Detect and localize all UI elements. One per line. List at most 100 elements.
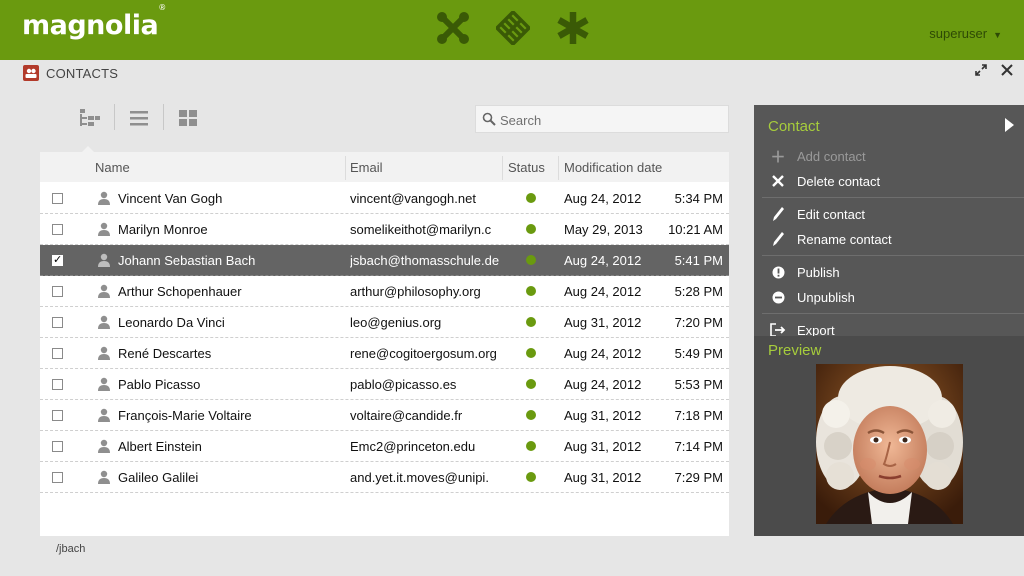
tree-view-icon xyxy=(80,109,100,126)
contact-name: Vincent Van Gogh xyxy=(118,191,223,206)
contact-email: voltaire@candide.fr xyxy=(350,408,463,423)
modification-time: 5:34 PM xyxy=(674,191,723,206)
magnolia-logo[interactable]: magnolia® xyxy=(22,3,166,41)
table-row[interactable]: Leonardo Da Vinci leo@genius.org Aug 31, 2… xyxy=(40,307,729,338)
fullscreen-icon[interactable] xyxy=(974,64,988,78)
column-header-modification-date[interactable]: Modification date xyxy=(564,160,662,175)
search-box xyxy=(475,105,729,133)
modification-date: May 29, 2013 xyxy=(564,222,643,237)
table-row[interactable]: François-Marie Voltaire voltaire@candide.… xyxy=(40,400,729,431)
modification-time: 7:29 PM xyxy=(674,470,723,485)
status-indicator xyxy=(526,348,536,358)
column-header-status[interactable]: Status xyxy=(508,160,545,175)
contact-portrait-image xyxy=(816,364,963,524)
grid-view-icon xyxy=(179,110,197,126)
column-header-name[interactable]: Name xyxy=(95,160,130,175)
contact-name: René Descartes xyxy=(118,346,212,361)
divider xyxy=(762,313,1024,314)
status-indicator xyxy=(526,472,536,482)
thumbnail-view-button[interactable] xyxy=(164,104,212,132)
table-row[interactable]: Marilyn Monroe somelikeithot@marilyn.c May… xyxy=(40,214,729,245)
status-indicator xyxy=(526,224,536,234)
contact-email: pablo@picasso.es xyxy=(350,377,457,392)
person-icon xyxy=(98,408,110,422)
list-view-button[interactable] xyxy=(115,104,163,132)
action-section-title[interactable]: Contact xyxy=(768,118,820,135)
contact-name: Albert Einstein xyxy=(118,439,202,454)
user-menu[interactable]: superuser ▼ xyxy=(929,26,1002,41)
modification-date: Aug 24, 2012 xyxy=(564,253,642,268)
export-action[interactable]: Export xyxy=(768,320,835,336)
apps-icon[interactable] xyxy=(436,11,470,45)
pulse-icon[interactable] xyxy=(496,11,530,45)
row-checkbox[interactable] xyxy=(52,193,63,204)
row-checkbox[interactable] xyxy=(52,441,63,452)
modification-date: Aug 24, 2012 xyxy=(564,284,642,299)
modification-time: 7:18 PM xyxy=(674,408,723,423)
person-icon xyxy=(98,315,110,329)
modification-time: 7:14 PM xyxy=(674,439,723,454)
publish-action[interactable]: Publish xyxy=(768,262,840,282)
checkmark-icon: ✓ xyxy=(53,254,63,266)
modification-time: 5:28 PM xyxy=(674,284,723,299)
add-contact-action[interactable]: ＋ Add contact xyxy=(768,146,865,166)
row-checkbox[interactable]: ✓ xyxy=(52,254,63,266)
modification-date: Aug 31, 2012 xyxy=(564,470,642,485)
contact-email: leo@genius.org xyxy=(350,315,442,330)
pencil-icon xyxy=(768,206,788,222)
contact-name: Leonardo Da Vinci xyxy=(118,315,225,330)
row-checkbox[interactable] xyxy=(52,410,63,421)
divider xyxy=(762,255,1024,256)
status-indicator xyxy=(526,255,536,265)
column-header-email[interactable]: Email xyxy=(350,160,383,175)
modification-date: Aug 24, 2012 xyxy=(564,191,642,206)
table-row[interactable]: Pablo Picasso pablo@picasso.es Aug 24, 201… xyxy=(40,369,729,400)
modification-date: Aug 31, 2012 xyxy=(564,408,642,423)
delete-contact-action[interactable]: Delete contact xyxy=(768,171,880,191)
chevron-down-icon: ▼ xyxy=(993,30,1002,40)
contact-name: Marilyn Monroe xyxy=(118,222,208,237)
rename-contact-action[interactable]: Rename contact xyxy=(768,229,892,249)
row-checkbox[interactable] xyxy=(52,224,63,235)
table-row[interactable]: Albert Einstein Emc2@princeton.edu Aug 31,… xyxy=(40,431,729,462)
tree-view-button[interactable] xyxy=(66,104,114,154)
unpublish-action[interactable]: Unpublish xyxy=(768,287,855,307)
row-checkbox[interactable] xyxy=(52,472,63,483)
view-switcher xyxy=(66,104,212,154)
contact-email: vincent@vangogh.net xyxy=(350,191,476,206)
person-icon xyxy=(98,222,110,236)
person-icon xyxy=(98,253,110,267)
favorites-icon[interactable] xyxy=(556,11,590,45)
selected-path: /jbach xyxy=(56,543,86,555)
status-indicator xyxy=(526,410,536,420)
collapse-arrow-icon[interactable] xyxy=(1005,118,1014,132)
close-icon[interactable] xyxy=(1000,64,1014,78)
table-row[interactable]: ✓ Johann Sebastian Bach jsbach@thomasschul… xyxy=(40,245,729,276)
row-checkbox[interactable] xyxy=(52,348,63,359)
table-row[interactable]: Galileo Galilei and.yet.it.moves@unipi. Au… xyxy=(40,462,729,493)
modification-time: 5:53 PM xyxy=(674,377,723,392)
person-icon xyxy=(98,439,110,453)
edit-contact-action[interactable]: Edit contact xyxy=(768,204,865,224)
table-body: Vincent Van Gogh vincent@vangogh.net Aug 2… xyxy=(40,183,729,493)
pencil-icon xyxy=(768,231,788,247)
column-divider xyxy=(345,156,346,180)
status-indicator xyxy=(526,379,536,389)
table-row[interactable]: René Descartes rene@cogitoergosum.org Aug … xyxy=(40,338,729,369)
modification-date: Aug 24, 2012 xyxy=(564,377,642,392)
row-checkbox[interactable] xyxy=(52,317,63,328)
contact-name: Johann Sebastian Bach xyxy=(118,253,256,268)
status-indicator xyxy=(526,193,536,203)
row-checkbox[interactable] xyxy=(52,379,63,390)
person-icon xyxy=(98,377,110,391)
top-bar: magnolia® superuser ▼ xyxy=(0,0,1024,60)
row-checkbox[interactable] xyxy=(52,286,63,297)
status-indicator xyxy=(526,441,536,451)
table-row[interactable]: Arthur Schopenhauer arthur@philosophy.org… xyxy=(40,276,729,307)
column-divider xyxy=(558,156,559,180)
plus-icon: ＋ xyxy=(770,148,786,166)
contact-name: François-Marie Voltaire xyxy=(118,408,252,423)
search-input[interactable] xyxy=(500,110,720,130)
table-row[interactable]: Vincent Van Gogh vincent@vangogh.net Aug 2… xyxy=(40,183,729,214)
status-indicator xyxy=(526,317,536,327)
